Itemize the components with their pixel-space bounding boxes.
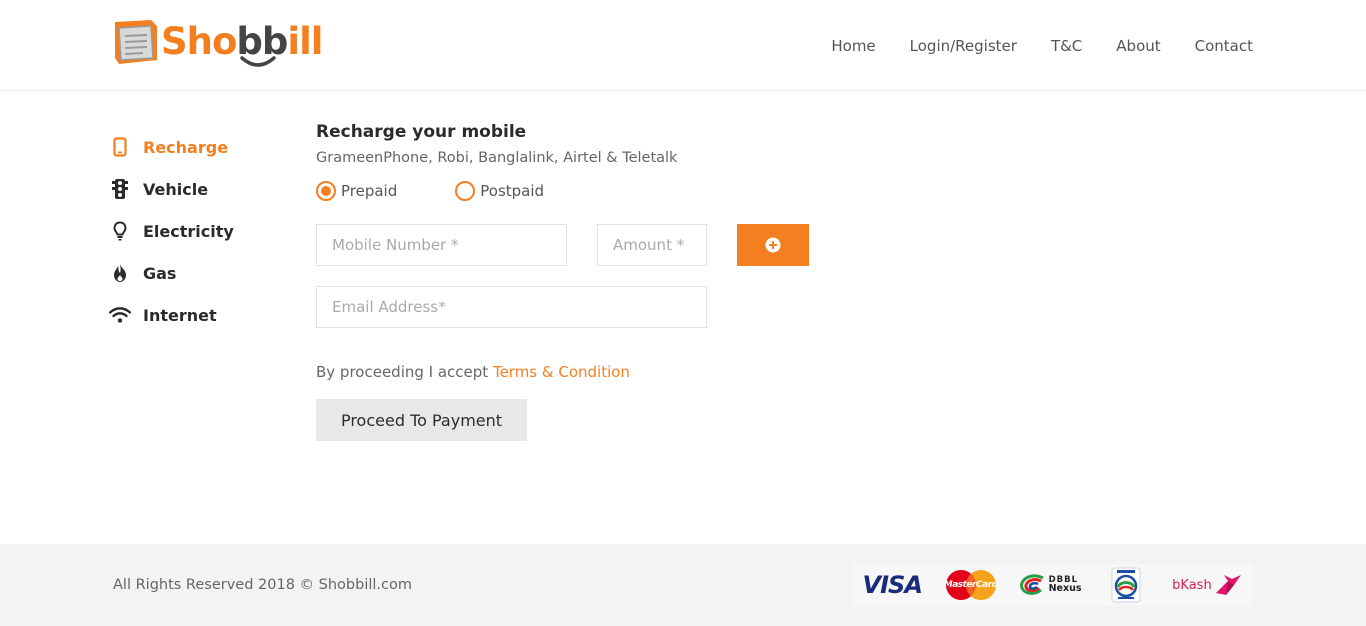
bank-emblem-icon [1111,567,1141,603]
postpaid-radio-label: Postpaid [480,182,545,200]
nav-terms[interactable]: T&C [1051,37,1082,55]
email-row [316,286,707,328]
email-address-input[interactable] [316,286,707,328]
sidebar-item-internet[interactable]: Internet [108,294,234,336]
nav-contact[interactable]: Contact [1195,37,1253,55]
postpaid-radio[interactable]: Postpaid [455,181,544,201]
site-footer: All Rights Reserved 2018 © Shobbill.com … [0,544,1366,626]
add-number-button[interactable] [737,224,809,266]
recharge-form: Recharge your mobile GrameenPhone, Robi,… [316,122,836,441]
bkash-logo-text: bKash [1172,577,1212,593]
site-logo[interactable]: Sho bb ill [113,14,323,68]
sidebar-item-label: Electricity [143,221,234,241]
flame-icon [108,261,132,285]
nav-about[interactable]: About [1116,37,1160,55]
sidebar-item-electricity[interactable]: Electricity [108,210,234,252]
terms-prefix: By proceeding I accept [316,363,489,381]
traffic-light-icon [108,177,132,201]
sidebar-item-recharge[interactable]: Recharge [108,126,234,168]
proceed-to-payment-button[interactable]: Proceed To Payment [316,399,527,441]
amount-input[interactable] [597,224,707,266]
nexus-text: Nexus [1048,583,1082,595]
wifi-icon [108,303,132,327]
plan-radio-group: Prepaid Postpaid [316,181,836,201]
number-amount-row [316,224,809,266]
sidebar-item-label: Vehicle [143,179,209,199]
logo-wordmark: Sho bb ill [161,19,323,67]
plus-circle-icon [765,237,781,253]
radio-unchecked-icon [455,181,476,201]
logo-text-part3: ill [287,19,323,63]
payment-methods: VISA MasterCard DBBL Nexus bKash [853,564,1253,606]
bkash-bird-icon [1215,575,1241,595]
service-sidebar: Recharge Vehicle Electricity Gas Interne… [108,126,234,336]
copyright-text: All Rights Reserved 2018 © Shobbill.com [113,577,412,593]
visa-logo: VISA [853,564,931,606]
nav-login-register[interactable]: Login/Register [910,37,1017,55]
sidebar-item-vehicle[interactable]: Vehicle [108,168,234,210]
prepaid-radio-label: Prepaid [341,182,398,200]
dbbl-nexus-logo: DBBL Nexus [1010,564,1090,606]
main-nav: Home Login/Register T&C About Contact [831,37,1253,55]
site-header: Sho bb ill Home Login/Register T&C About… [0,0,1366,91]
terms-notice: By proceeding I accept Terms & Condition [316,363,630,381]
nexus-swirl-icon [1019,574,1044,595]
bank-emblem-logo [1090,564,1161,606]
mobile-number-input[interactable] [316,224,567,266]
lightbulb-icon [108,219,132,243]
mastercard-logo: MasterCard [931,564,1009,606]
sidebar-item-label: Internet [143,305,217,325]
sidebar-item-gas[interactable]: Gas [108,252,234,294]
smile-icon [240,55,277,67]
terms-condition-link[interactable]: Terms & Condition [493,363,630,381]
mobile-phone-icon [108,135,132,159]
logo-text-part2: bb [236,23,288,67]
visa-logo-text: VISA [862,571,923,599]
mastercard-logo-text: MasterCard [943,580,998,590]
sidebar-item-label: Gas [143,263,177,283]
dbbl-nexus-text: DBBL Nexus [1048,575,1082,595]
form-title: Recharge your mobile [316,122,527,142]
nav-home[interactable]: Home [831,37,875,55]
bkash-logo: bKash [1161,564,1253,606]
sidebar-item-label: Recharge [143,137,229,157]
logo-text-part1: Sho [161,19,237,63]
bill-logo-icon [115,20,157,64]
prepaid-radio[interactable]: Prepaid [316,181,397,201]
radio-checked-icon [316,181,336,201]
form-subtitle: GrameenPhone, Robi, Banglalink, Airtel &… [316,150,678,166]
